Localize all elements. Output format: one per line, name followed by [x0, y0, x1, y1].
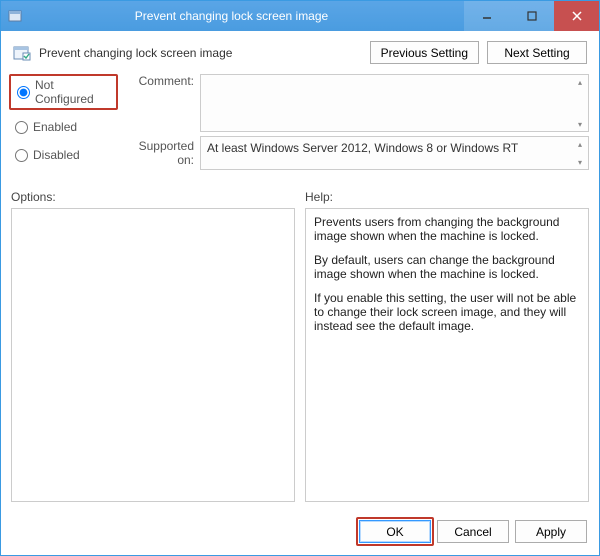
- apply-button[interactable]: Apply: [515, 520, 587, 543]
- help-label: Help:: [305, 190, 589, 204]
- next-setting-button[interactable]: Next Setting: [487, 41, 587, 64]
- comment-value[interactable]: [201, 75, 572, 131]
- radio-disabled[interactable]: Disabled: [11, 146, 116, 164]
- scroll-up-icon[interactable]: ▴: [572, 75, 588, 89]
- dialog-footer: OK Cancel Apply: [1, 510, 599, 555]
- help-box[interactable]: Prevents users from changing the backgro…: [305, 208, 589, 502]
- previous-setting-button[interactable]: Previous Setting: [370, 41, 479, 64]
- maximize-button[interactable]: [509, 1, 554, 31]
- body-area: Not Configured Enabled Disabled Comment:…: [1, 74, 599, 510]
- lower-panes: Options: Help: Prevents users from chang…: [11, 190, 589, 502]
- ok-button[interactable]: OK: [359, 520, 431, 543]
- window-controls: [464, 1, 599, 31]
- minimize-button[interactable]: [464, 1, 509, 31]
- help-paragraph: Prevents users from changing the backgro…: [314, 215, 580, 243]
- options-label: Options:: [11, 190, 295, 204]
- scroll-down-icon[interactable]: ▾: [572, 117, 588, 131]
- policy-header: Prevent changing lock screen image Previ…: [1, 31, 599, 74]
- supported-value: At least Windows Server 2012, Windows 8 …: [201, 137, 572, 169]
- supported-label: Supported on:: [122, 136, 200, 167]
- close-button[interactable]: [554, 1, 599, 31]
- comment-row: Comment: ▴ ▾: [122, 74, 589, 132]
- supported-scroll[interactable]: ▴ ▾: [572, 137, 588, 169]
- ok-button-highlight: OK: [356, 517, 434, 546]
- state-radios: Not Configured Enabled Disabled: [11, 76, 116, 174]
- cancel-button[interactable]: Cancel: [437, 520, 509, 543]
- title-bar: Prevent changing lock screen image: [1, 1, 599, 31]
- policy-icon: [13, 44, 31, 62]
- options-column: Options:: [11, 190, 295, 502]
- not-configured-highlight: Not Configured: [9, 74, 118, 110]
- supported-field: At least Windows Server 2012, Windows 8 …: [200, 136, 589, 170]
- radio-disabled-label: Disabled: [33, 148, 80, 162]
- options-box[interactable]: [11, 208, 295, 502]
- radio-enabled-label: Enabled: [33, 120, 77, 134]
- help-paragraph: By default, users can change the backgro…: [314, 253, 580, 281]
- radio-enabled-input[interactable]: [15, 121, 28, 134]
- help-paragraph: If you enable this setting, the user wil…: [314, 291, 580, 333]
- config-row: Not Configured Enabled Disabled Comment:…: [11, 74, 589, 174]
- policy-title: Prevent changing lock screen image: [39, 46, 362, 60]
- radio-not-configured-input[interactable]: [17, 86, 30, 99]
- radio-enabled[interactable]: Enabled: [11, 118, 116, 136]
- comment-scroll[interactable]: ▴ ▾: [572, 75, 588, 131]
- supported-row: Supported on: At least Windows Server 20…: [122, 136, 589, 170]
- scroll-down-icon[interactable]: ▾: [572, 155, 588, 169]
- scroll-up-icon[interactable]: ▴: [572, 137, 588, 151]
- comment-supported-block: Comment: ▴ ▾ Supported on: At least Wind…: [122, 74, 589, 174]
- comment-field[interactable]: ▴ ▾: [200, 74, 589, 132]
- radio-disabled-input[interactable]: [15, 149, 28, 162]
- radio-not-configured-label: Not Configured: [35, 78, 110, 106]
- window-title: Prevent changing lock screen image: [29, 9, 434, 23]
- comment-label: Comment:: [122, 74, 200, 88]
- help-column: Help: Prevents users from changing the b…: [305, 190, 589, 502]
- app-icon: [7, 8, 23, 24]
- radio-not-configured[interactable]: Not Configured: [13, 76, 114, 108]
